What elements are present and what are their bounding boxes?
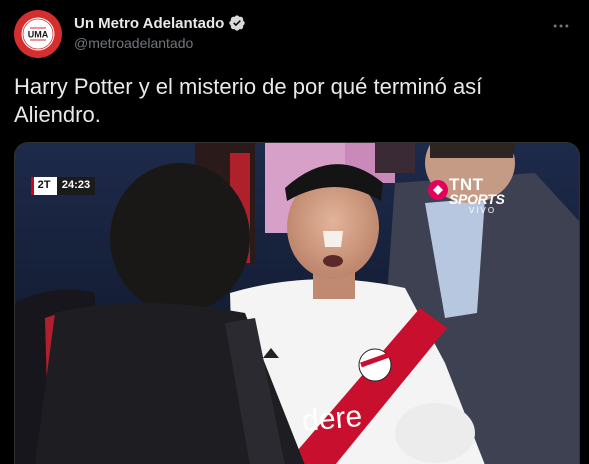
author-display-name[interactable]: Un Metro Adelantado [74, 15, 224, 32]
tweet-media-image[interactable]: dere 2T 24:23 TNT SPORTS VIVO [14, 142, 580, 464]
tnt-logo-icon [428, 180, 448, 200]
tweet-text-line-2: Aliendro. [14, 102, 101, 127]
author-names: Un Metro Adelantado @metroadelantado [74, 13, 246, 51]
shirt-sponsor-text: dere [301, 400, 364, 438]
network-name-line2: SPORTS [449, 191, 505, 207]
tweet-text: Harry Potter y el misterio de por qué te… [14, 73, 574, 129]
match-period: 2T [31, 177, 57, 195]
avatar[interactable]: UMA [14, 10, 62, 58]
tweet-text-line-1: Harry Potter y el misterio de por qué te… [14, 74, 483, 99]
avatar-logo-text: UMA [28, 30, 49, 40]
tweet-header: UMA Un Metro Adelantado @metroadelantado [14, 10, 575, 60]
more-horizontal-icon [553, 24, 569, 28]
author-handle[interactable]: @metroadelantado [74, 35, 246, 51]
network-live-label: VIVO [469, 206, 497, 215]
tnt-sports-logo: TNT SPORTS VIVO [427, 175, 517, 215]
match-clock: 24:23 [57, 177, 95, 195]
match-scorebug: 2T 24:23 [31, 177, 95, 195]
more-options-button[interactable] [547, 16, 575, 36]
verified-badge-icon [229, 15, 245, 31]
